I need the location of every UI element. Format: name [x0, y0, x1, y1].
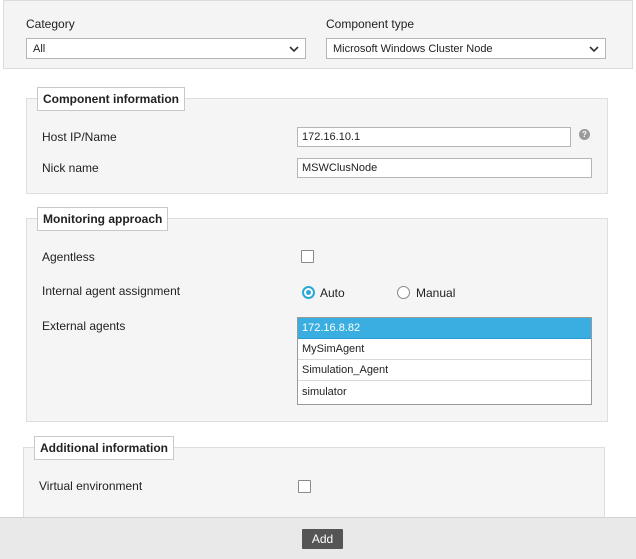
agentless-checkbox[interactable] [301, 250, 314, 263]
add-button[interactable]: Add [302, 529, 343, 549]
host-label: Host IP/Name [42, 130, 117, 144]
auto-label: Auto [320, 286, 345, 300]
chevron-down-icon [289, 46, 299, 53]
virtual-environment-label: Virtual environment [39, 479, 143, 493]
manual-label: Manual [416, 286, 456, 300]
list-item[interactable]: MySimAgent [298, 339, 591, 360]
component-type-value: Microsoft Windows Cluster Node [333, 42, 493, 55]
list-item[interactable]: 172.16.8.82 [298, 318, 591, 339]
component-type-select[interactable]: Microsoft Windows Cluster Node [326, 38, 606, 59]
component-info-legend: Component information [37, 87, 185, 111]
agent-assignment-label: Internal agent assignment [42, 284, 181, 298]
nick-name-value: MSWClusNode [302, 162, 378, 174]
category-value: All [33, 42, 46, 55]
additional-info-legend: Additional information [34, 436, 174, 460]
component-type-label: Component type [326, 17, 415, 31]
monitoring-legend: Monitoring approach [37, 207, 169, 231]
external-agents-list[interactable]: 172.16.8.82 MySimAgent Simulation_Agent … [297, 317, 592, 405]
external-agents-label: External agents [42, 319, 126, 333]
list-item[interactable]: Simulation_Agent [298, 360, 591, 381]
manual-radio[interactable] [397, 286, 410, 299]
category-label: Category [26, 17, 75, 31]
host-input[interactable]: 172.16.10.1 [297, 127, 571, 147]
agentless-label: Agentless [42, 250, 95, 264]
nick-name-input[interactable]: MSWClusNode [297, 158, 592, 178]
chevron-down-icon [589, 46, 599, 53]
help-icon[interactable]: ? [579, 129, 590, 140]
category-select[interactable]: All [26, 38, 306, 59]
nick-name-label: Nick name [42, 161, 99, 175]
virtual-environment-checkbox[interactable] [298, 480, 311, 493]
auto-radio[interactable] [302, 286, 315, 299]
host-value: 172.16.10.1 [302, 131, 361, 143]
list-item[interactable]: simulator [298, 381, 591, 402]
